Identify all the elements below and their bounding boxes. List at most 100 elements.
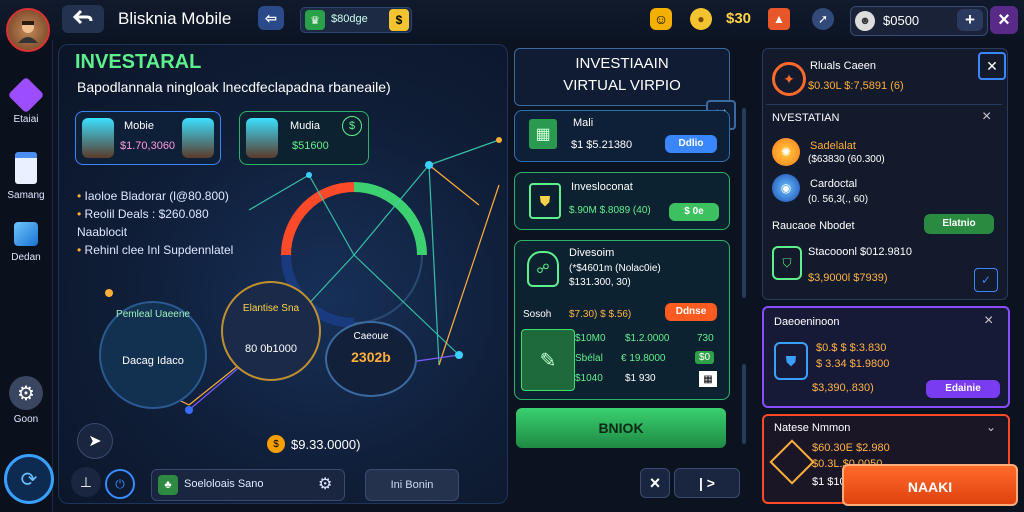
nav-next-button[interactable]: | > bbox=[674, 468, 740, 498]
top-bar: Blisknia Mobile ⇦ ♛ $80dge $ ☺ ● $30 ▲ ➚… bbox=[0, 0, 1024, 52]
x-icon[interactable]: ✕ bbox=[978, 52, 1006, 80]
card-line: $3,390,.830) bbox=[812, 382, 874, 394]
card-value: $1 $5.21380 bbox=[571, 139, 633, 151]
currency-pill[interactable]: ♛ $80dge $ bbox=[300, 7, 412, 33]
node-pemleal[interactable]: Pemleal Uaeene Dacag Idaco bbox=[99, 301, 207, 409]
item3-value: $3,9000l $7939) bbox=[808, 272, 888, 284]
action-button[interactable]: Ini Bonin bbox=[365, 469, 459, 501]
chevron-down-icon[interactable]: ⌄ bbox=[986, 420, 996, 434]
card-line: $0.$ $ $:3.830 bbox=[816, 342, 887, 354]
card-line: $131.300, 30) bbox=[569, 277, 631, 288]
card-line: $60.30E $2.980 bbox=[812, 442, 890, 454]
sub-cell: € 19.8000 bbox=[621, 353, 666, 364]
card-name: Divesoim bbox=[569, 247, 615, 259]
nav-item-etaiai[interactable]: Etaiai bbox=[0, 76, 52, 128]
back-arrow-icon bbox=[72, 9, 93, 30]
document-icon bbox=[15, 152, 37, 184]
node-caeoue[interactable]: Caeoue 2302b bbox=[325, 321, 417, 397]
mid-button[interactable]: Elatnio bbox=[924, 214, 994, 234]
stat-line: • Rehinl clee Inl Supdennlatel bbox=[77, 243, 234, 257]
card-close-icon[interactable]: × bbox=[984, 312, 993, 330]
balance-pill[interactable]: ☻ $0500 + bbox=[850, 6, 988, 36]
profile-card-mudia[interactable]: Mudia $ $51600 bbox=[239, 111, 369, 165]
nav-label: Samang bbox=[7, 190, 45, 201]
mid-label: Raucaoe Nbodet bbox=[772, 220, 855, 232]
card-button[interactable]: $ 0e bbox=[669, 203, 719, 221]
card-button[interactable]: Ddlio bbox=[665, 135, 717, 153]
nav-close-button[interactable]: × bbox=[640, 468, 670, 498]
add-balance-button[interactable]: + bbox=[957, 9, 983, 31]
asset-card-mali[interactable]: ▦ Mali $1 $5.21380 Ddlio bbox=[514, 110, 730, 162]
dropdown[interactable]: ♣ Soeloloais Sano ⚙ bbox=[151, 469, 345, 501]
power-icon[interactable]: ⏻ bbox=[105, 469, 135, 499]
close-window-button[interactable]: × bbox=[990, 6, 1018, 34]
investment-map: INVESTARAL Bapodlannala ningloak lnecdfe… bbox=[58, 44, 508, 504]
node-value: Dacag Idaco bbox=[122, 355, 184, 367]
node-value: 80 0b1000 bbox=[245, 343, 297, 355]
cursor-icon[interactable]: ➤ bbox=[77, 423, 113, 459]
panel-title: INVESTIAAIN bbox=[575, 55, 669, 72]
coin-amount: $9.33.0000) bbox=[291, 437, 361, 452]
section-close-icon[interactable]: × bbox=[982, 108, 991, 126]
center-panel: INVESTIAAIN VIRTUAL VIRPIO ✕ ▦ Mali $1 $… bbox=[512, 44, 752, 512]
item-title: Sadelalat bbox=[810, 140, 856, 152]
scrollbar[interactable] bbox=[742, 108, 746, 298]
back-button[interactable] bbox=[62, 5, 104, 33]
nav-item-samang[interactable]: Samang bbox=[0, 148, 52, 201]
stat-line: Naablocit bbox=[77, 225, 128, 239]
amount-text: $30 bbox=[726, 10, 752, 27]
card-value: $.90M $.8089 (40) bbox=[569, 205, 651, 216]
check-icon[interactable]: ✓ bbox=[974, 268, 998, 292]
card-purple[interactable]: Daeoeninoon × ⛊ $0.$ $ $:3.830 $ 3.34 $1… bbox=[762, 306, 1010, 408]
pin-icon[interactable]: ⊥ bbox=[71, 467, 101, 497]
item-value: ($63830 (60.300) bbox=[808, 154, 885, 165]
coin-icon[interactable]: ● bbox=[690, 8, 712, 30]
node-elantise[interactable]: Elantise Sna 80 0b1000 bbox=[221, 281, 321, 381]
item3-title: Stacooonl $012.9810 bbox=[808, 246, 912, 258]
node-title: Pemleal Uaeene bbox=[116, 309, 190, 320]
share-button[interactable]: ⇦ bbox=[258, 6, 284, 30]
card-button[interactable]: Ddnse bbox=[665, 303, 717, 321]
currency-badge: $ bbox=[389, 9, 409, 31]
item-title: Cardoctal bbox=[810, 178, 858, 190]
profile-card-mobie[interactable]: Mobie $1.70,3060 bbox=[75, 111, 221, 165]
shield-icon[interactable]: ⟳ bbox=[4, 454, 54, 504]
gem-icon bbox=[7, 76, 45, 114]
currency-label: $80dge bbox=[331, 13, 368, 25]
nav-item-goon[interactable]: ⚙ Goon bbox=[0, 376, 52, 428]
fire-icon[interactable]: ▲ bbox=[768, 8, 790, 30]
avatar bbox=[246, 118, 278, 158]
profile-name: Mudia bbox=[290, 120, 320, 132]
asset-card-divesoim[interactable]: ☍ Divesoim (*$4601m (Nolac0ie) $131.300,… bbox=[514, 240, 730, 400]
shield-icon: ⛊ bbox=[529, 183, 561, 219]
nav-label: Etaiai bbox=[13, 114, 39, 125]
card-name: Invesloconat bbox=[571, 181, 633, 193]
avatar bbox=[82, 118, 114, 158]
nav-label: Goon bbox=[13, 414, 39, 425]
node-title: Caeoue bbox=[353, 331, 389, 342]
right-panel: ✦ Rluals Caeen $0.30L $:7,5891 (6) ✕ NVE… bbox=[760, 44, 1022, 512]
sub-table: ✎ $10M0 $1.2.0000 730 Sbélal € 19.8000 $… bbox=[521, 329, 721, 391]
shield-icon: ☍ bbox=[527, 251, 559, 287]
top-item-value: $0.30L $:7,5891 (6) bbox=[808, 80, 904, 92]
crest-icon: ⛉ bbox=[772, 246, 802, 280]
coin-icon: $ bbox=[267, 435, 285, 453]
top-item-title: Rluals Caeen bbox=[810, 60, 877, 72]
cube-icon bbox=[14, 222, 38, 246]
smiley-icon[interactable]: ☺ bbox=[650, 8, 672, 30]
profile-value: $1.70,3060 bbox=[120, 140, 176, 152]
globe-icon: ◉ bbox=[772, 174, 800, 202]
arrow-icon: ⇦ bbox=[265, 9, 277, 26]
dropdown-label: Soeloloais Sano bbox=[184, 478, 264, 490]
panel-subtitle: VIRTUAL VIRPIO bbox=[563, 77, 681, 94]
nav-item-dedan[interactable]: Dedan bbox=[0, 218, 52, 268]
avatar[interactable] bbox=[6, 8, 50, 52]
sub-cell: Sbélal bbox=[575, 353, 603, 364]
scrollbar[interactable] bbox=[742, 364, 746, 444]
rocket-icon[interactable]: ➚ bbox=[812, 8, 834, 30]
primary-button-right[interactable]: NAAKI bbox=[842, 464, 1018, 506]
asset-card-invest[interactable]: ⛊ Invesloconat $.90M $.8089 (40) $ 0e bbox=[514, 172, 730, 230]
card-button[interactable]: Edainie bbox=[926, 380, 1000, 398]
primary-button[interactable]: BNIOK bbox=[516, 408, 726, 448]
stat-line: • Iaoloe Bladorar (l@80.800) bbox=[77, 189, 229, 203]
